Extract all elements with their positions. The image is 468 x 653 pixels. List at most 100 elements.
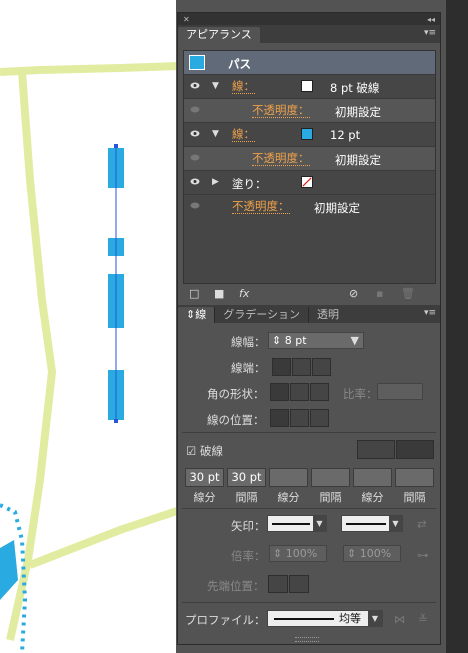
weight-stepper-icon[interactable]: ⇕ xyxy=(272,334,281,347)
dash-field-2[interactable] xyxy=(269,468,308,487)
dashed-checkbox[interactable]: ☑ 破線 xyxy=(186,443,223,459)
arrow-end-select[interactable]: ▼ xyxy=(341,515,403,532)
add-stroke-icon[interactable]: □ xyxy=(189,287,199,300)
right-dock-strip xyxy=(446,0,468,653)
tab-transparency[interactable]: 透明 xyxy=(308,307,347,323)
align-dash-corners-button[interactable] xyxy=(396,440,434,459)
gap-field-2[interactable] xyxy=(311,468,350,487)
bevel-join-button[interactable] xyxy=(310,383,329,401)
stroke-value: 12 pt xyxy=(330,128,361,142)
fill-label[interactable]: 塗り： xyxy=(232,176,267,192)
section-divider xyxy=(182,508,436,509)
add-fill-icon[interactable]: ■ xyxy=(214,287,224,300)
stroke-color-swatch[interactable] xyxy=(301,80,313,92)
opacity-value: 初期設定 xyxy=(335,153,381,167)
visibility-eye-icon[interactable] xyxy=(190,202,200,209)
panel-titlebar[interactable]: ✕ ◂◂ xyxy=(178,13,440,25)
stroke-color-swatch[interactable] xyxy=(301,128,313,140)
resize-grip[interactable] xyxy=(295,637,319,642)
gap-field-1[interactable]: 30 pt xyxy=(227,468,266,487)
opacity-label[interactable]: 不透明度： xyxy=(252,104,310,118)
opacity-label[interactable]: 不透明度： xyxy=(252,152,310,166)
tab-stroke[interactable]: ⇕線 xyxy=(178,307,215,323)
stroke-value: 8 pt 破線 xyxy=(330,81,380,95)
round-cap-button[interactable] xyxy=(292,358,311,376)
stroke-label[interactable]: 線： xyxy=(232,80,255,94)
projecting-cap-button[interactable] xyxy=(312,358,331,376)
appearance-row-stroke-2[interactable]: ▼ 線： 12 pt xyxy=(184,123,435,147)
panel-menu-icon[interactable]: ▾≡ xyxy=(424,308,436,318)
gap-field-3[interactable] xyxy=(395,468,434,487)
miter-label: 比率： xyxy=(343,387,378,401)
expand-triangle-icon[interactable]: ▼ xyxy=(212,129,219,139)
expand-triangle-icon[interactable]: ▼ xyxy=(212,81,219,91)
collapse-icon[interactable]: ◂◂ xyxy=(427,15,435,24)
align-center-button[interactable] xyxy=(270,409,289,427)
gap-label-3: 間隔 xyxy=(403,491,426,504)
visibility-eye-icon[interactable] xyxy=(190,106,200,113)
stroke-tabbar: ⇕線 グラデーション 透明 ▾≡ xyxy=(178,305,440,323)
arrow-end-scale-field[interactable]: ⇕ 100% xyxy=(343,545,401,562)
none-fill-swatch-icon[interactable] xyxy=(301,176,313,188)
appearance-row-fill[interactable]: ▶ 塗り： xyxy=(184,171,435,195)
preserve-dash-button[interactable] xyxy=(357,440,395,459)
chevron-down-icon[interactable]: ▼ xyxy=(368,611,382,626)
trash-icon[interactable]: 🗑 xyxy=(401,287,415,300)
appearance-row-stroke-1[interactable]: ▼ 線： 8 pt 破線 xyxy=(184,75,435,99)
dash-label-3: 線分 xyxy=(361,491,384,504)
link-scale-icon[interactable]: ⊶ xyxy=(417,548,429,562)
appearance-list: パス ▼ 線： 8 pt 破線 不透明度： 初期設定 ▼ 線： 12 pt 不透… xyxy=(183,50,436,284)
artwork-shape xyxy=(0,540,18,600)
appearance-row-opacity-2[interactable]: 不透明度： 初期設定 xyxy=(184,147,435,171)
align-inside-button[interactable] xyxy=(290,409,309,427)
flip-horizontal-icon[interactable]: ⋈ xyxy=(394,612,406,626)
appearance-row-opacity-1[interactable]: 不透明度： 初期設定 xyxy=(184,99,435,123)
guide-path-lower xyxy=(28,506,182,569)
dash-field-3[interactable] xyxy=(353,468,392,487)
tab-appearance[interactable]: アピアランス xyxy=(178,27,260,43)
profile-select[interactable]: 均等 ▼ xyxy=(267,610,383,627)
weight-value: 8 pt xyxy=(284,334,307,347)
arrow-start-select[interactable]: ▼ xyxy=(267,515,327,532)
gap-label-1: 間隔 xyxy=(235,491,258,504)
chevron-down-icon[interactable]: ▼ xyxy=(313,516,326,531)
tab-gradient[interactable]: グラデーション xyxy=(214,307,308,323)
arrow-start-scale-field[interactable]: ⇕ 100% xyxy=(269,545,327,562)
opacity-label[interactable]: 不透明度： xyxy=(232,200,290,214)
close-icon[interactable]: ✕ xyxy=(183,15,190,24)
profile-value: 均等 xyxy=(339,612,361,625)
chevron-down-icon[interactable]: ▼ xyxy=(389,516,402,531)
fx-menu-icon[interactable]: fx xyxy=(239,287,249,300)
collapsed-triangle-icon[interactable]: ▶ xyxy=(212,177,219,187)
gap-label-2: 間隔 xyxy=(319,491,342,504)
weight-field[interactable]: ⇕ 8 pt ▼ xyxy=(268,332,364,349)
appearance-object-type: パス xyxy=(228,57,251,71)
tip-place-button[interactable] xyxy=(289,575,309,593)
dash-field-1[interactable]: 30 pt xyxy=(185,468,224,487)
panel-menu-icon[interactable]: ▾≡ xyxy=(424,28,436,38)
chevron-down-icon[interactable]: ▼ xyxy=(351,333,359,348)
duplicate-item-icon[interactable]: ▪ xyxy=(376,287,383,300)
align-outside-button[interactable] xyxy=(310,409,329,427)
appearance-footer: □ ■ fx ⊘ ▪ 🗑 xyxy=(183,284,436,304)
flip-vertical-icon[interactable]: ≚ xyxy=(418,612,428,626)
miter-limit-field[interactable] xyxy=(377,383,423,400)
visibility-eye-icon[interactable] xyxy=(190,82,200,89)
round-join-button[interactable] xyxy=(290,383,309,401)
dash-label-1: 線分 xyxy=(193,491,216,504)
path-thumbnail-icon xyxy=(189,55,205,70)
cap-label: 線端： xyxy=(231,361,266,375)
selected-dashed-path xyxy=(108,144,124,423)
visibility-eye-icon[interactable] xyxy=(190,130,200,137)
tip-extend-button[interactable] xyxy=(268,575,288,593)
visibility-eye-icon[interactable] xyxy=(190,178,200,185)
appearance-header-row[interactable]: パス xyxy=(184,51,435,75)
section-divider xyxy=(182,432,436,433)
miter-join-button[interactable] xyxy=(270,383,289,401)
swap-arrows-icon[interactable]: ⇄ xyxy=(417,517,427,531)
butt-cap-button[interactable] xyxy=(272,358,291,376)
visibility-eye-icon[interactable] xyxy=(190,154,200,161)
appearance-row-opacity-3[interactable]: 不透明度： 初期設定 xyxy=(184,195,435,219)
stroke-label[interactable]: 線： xyxy=(232,128,255,142)
clear-appearance-icon[interactable]: ⊘ xyxy=(349,287,358,300)
